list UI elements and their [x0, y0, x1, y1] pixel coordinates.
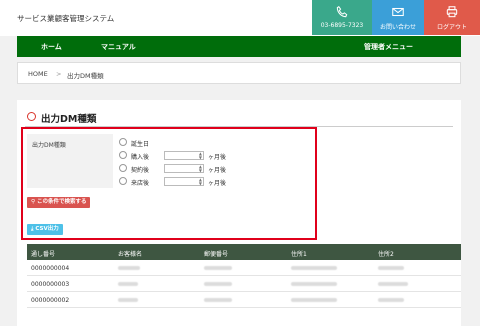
- table-row[interactable]: 0000000004: [27, 260, 461, 276]
- redacted-cell: [204, 282, 232, 286]
- col-customer-name: お客様名: [118, 251, 143, 258]
- nav-item-home[interactable]: ホーム: [41, 42, 62, 52]
- redacted-cell: [378, 282, 408, 286]
- logout-label: ログアウト: [436, 24, 467, 31]
- table-row[interactable]: 0000000002: [27, 292, 461, 308]
- table-row[interactable]: 0000000003: [27, 276, 461, 292]
- printer-icon: [446, 6, 458, 18]
- row-serial: 0000000004: [31, 265, 70, 272]
- circle-icon: [27, 112, 36, 121]
- top-header: サービス業顧客管理システム 03-6895-7323 お問い合わせ ログアウト: [0, 0, 480, 36]
- contact-label: お問い合わせ: [379, 24, 416, 31]
- breadcrumb: HOME > 出力DM種類: [17, 62, 461, 84]
- table-header: 通し番号 お客様名 郵便番号 住所1 住所2: [27, 244, 461, 260]
- nav-item-admin-menu[interactable]: 管理者メニュー: [364, 42, 413, 52]
- row-serial: 0000000002: [31, 297, 70, 304]
- redacted-cell: [118, 282, 138, 286]
- phone-icon: [336, 6, 348, 18]
- redacted-cell: [204, 298, 232, 302]
- redacted-cell: [291, 282, 337, 286]
- app-title: サービス業顧客管理システム: [17, 14, 115, 23]
- redacted-cell: [118, 298, 138, 302]
- breadcrumb-current: 出力DM種類: [67, 72, 104, 80]
- redacted-cell: [118, 266, 140, 270]
- col-serial: 通し番号: [31, 251, 56, 258]
- redacted-cell: [291, 298, 337, 302]
- mail-icon: [392, 7, 404, 17]
- logout-button[interactable]: ログアウト: [424, 0, 480, 35]
- contact-button[interactable]: お問い合わせ: [372, 0, 424, 35]
- main-nav: ホーム マニュアル 管理者メニュー: [17, 36, 461, 57]
- redacted-cell: [204, 266, 232, 270]
- redacted-cell: [378, 298, 404, 302]
- row-serial: 0000000003: [31, 281, 70, 288]
- nav-item-manual[interactable]: マニュアル: [101, 42, 136, 52]
- phone-number: 03-6895-7323: [320, 22, 364, 29]
- redacted-cell: [378, 266, 404, 270]
- redacted-cell: [291, 266, 337, 270]
- breadcrumb-home[interactable]: HOME: [28, 70, 48, 78]
- page-title: 出力DM種類: [41, 114, 97, 125]
- results-table: 通し番号 お客様名 郵便番号 住所1 住所2 0000000004 000000…: [27, 244, 461, 308]
- col-postal-code: 郵便番号: [204, 251, 229, 258]
- col-address1: 住所1: [291, 251, 307, 258]
- col-address2: 住所2: [378, 251, 394, 258]
- phone-button[interactable]: 03-6895-7323: [312, 0, 372, 35]
- breadcrumb-separator: >: [56, 70, 62, 78]
- highlight-box: [21, 127, 317, 240]
